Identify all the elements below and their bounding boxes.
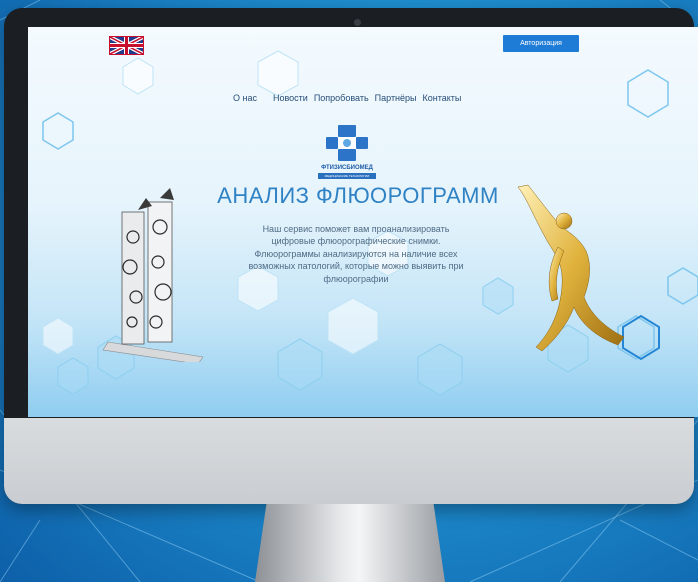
logo-subtitle: МЕДИЦИНСКИЕ ТЕХНОЛОГИИ: [318, 173, 376, 179]
hero-title: АНАЛИЗ ФЛЮОРОГРАММ: [217, 183, 499, 208]
sculpture-left-image: [102, 188, 204, 362]
nav-item-news[interactable]: Новости: [273, 93, 308, 103]
logo-name: ФТИЗИСБИОМЕД: [321, 165, 373, 171]
monitor-stand: [255, 504, 445, 582]
uk-flag-icon[interactable]: [109, 36, 144, 55]
webcam-icon: [354, 19, 361, 26]
login-button[interactable]: Авторизация: [503, 35, 579, 52]
main-navigation: О нас Новости Попробовать Партнёры Конта…: [233, 93, 461, 103]
hero-description: Наш сервис поможет вам проанализировать …: [248, 224, 464, 284]
nav-item-contacts[interactable]: Контакты: [423, 93, 462, 103]
nav-item-try[interactable]: Попробовать: [314, 93, 369, 103]
golden-figure-sculpture-image: [517, 184, 625, 352]
nav-item-partners[interactable]: Партнёры: [375, 93, 417, 103]
monitor-chin: [4, 418, 694, 504]
nav-item-about[interactable]: О нас: [233, 93, 257, 103]
website-screen: Авторизация О нас Новости Попробовать Па…: [28, 27, 698, 417]
